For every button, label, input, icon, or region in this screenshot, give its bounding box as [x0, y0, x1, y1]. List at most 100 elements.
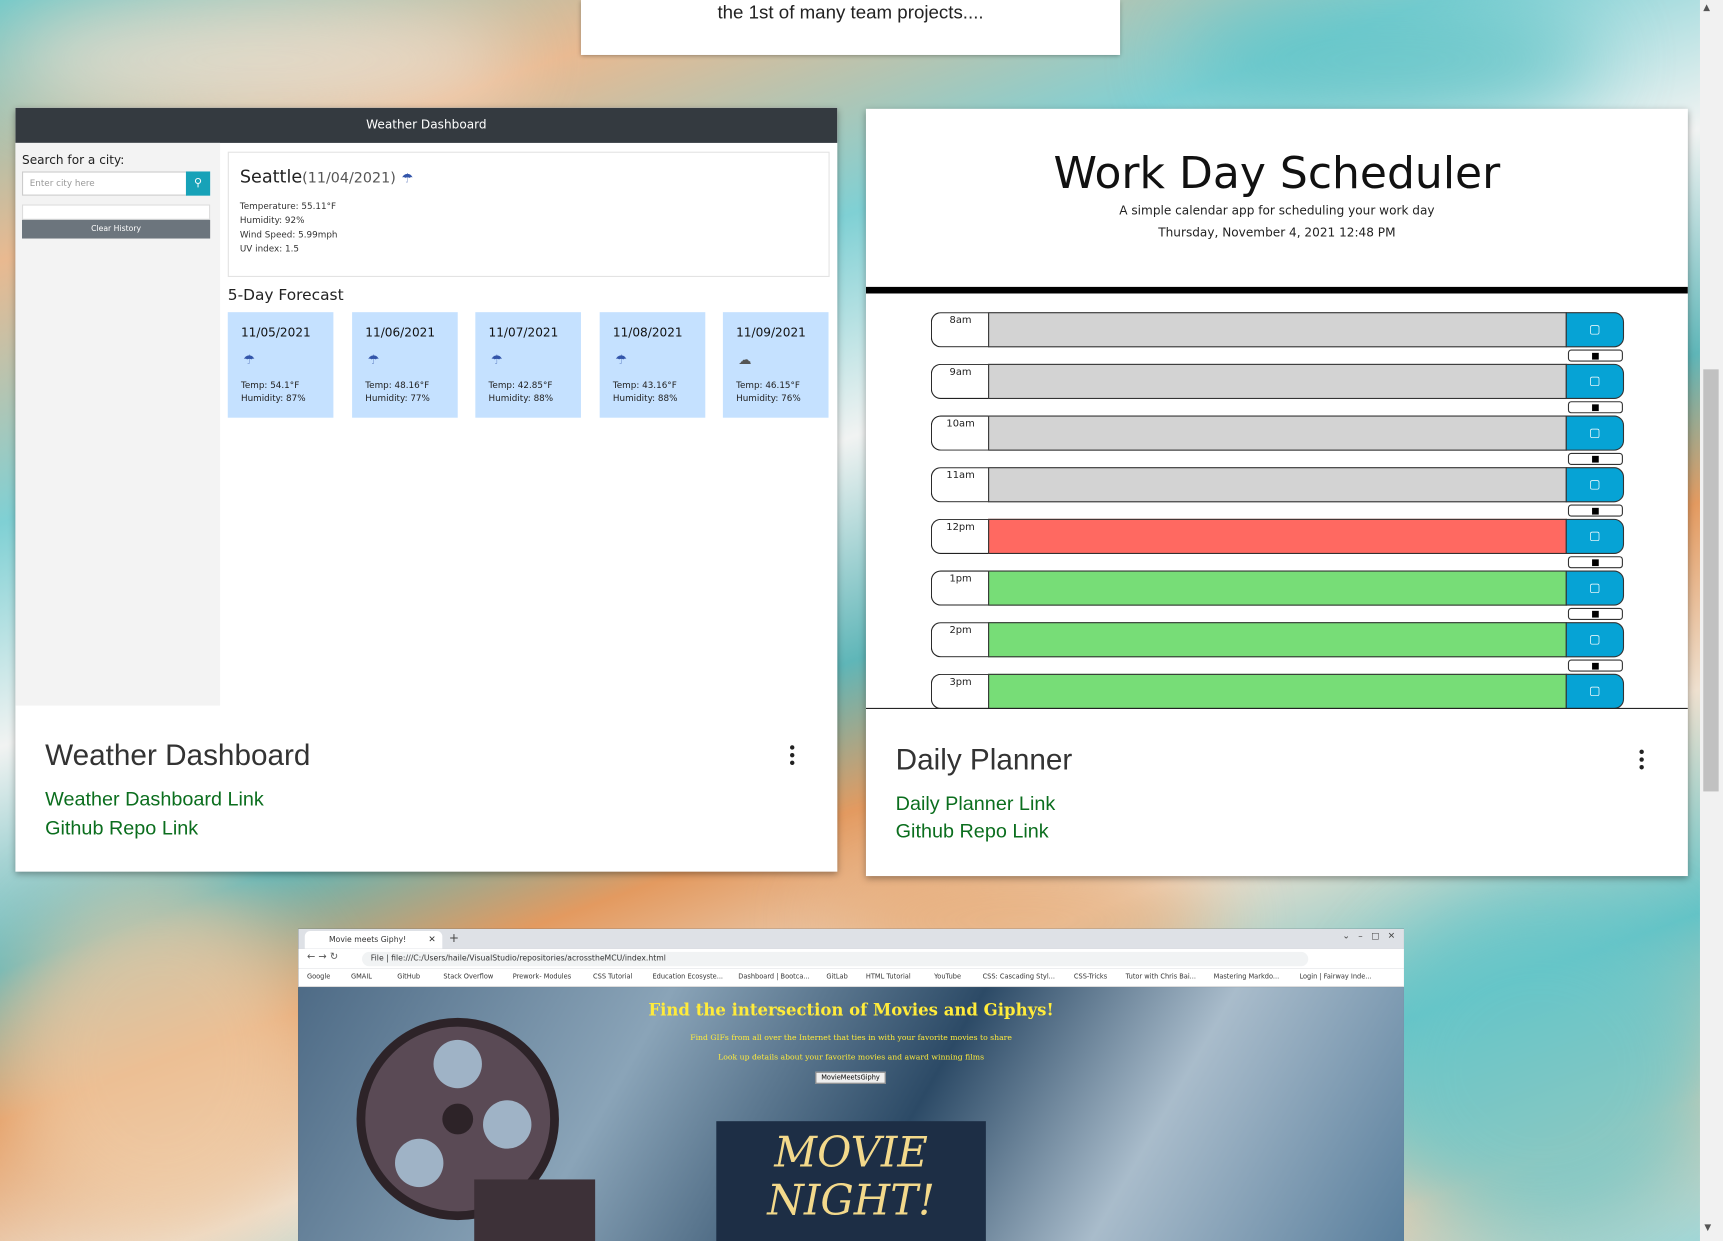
- save-icon: ▢: [1565, 622, 1625, 658]
- bookmark-item: Login | Fairway Inde...: [1299, 972, 1372, 981]
- forecast-humidity: Humidity: 77%: [365, 393, 430, 404]
- weather-card-title: Weather Dashboard: [45, 738, 311, 772]
- scheduler-subtitle: A simple calendar app for scheduling you…: [1119, 203, 1435, 218]
- trash-icon: ■: [1567, 504, 1623, 517]
- movie-page: Find the intersection of Movies and Giph…: [298, 987, 1404, 1241]
- bookmark-item: GitHub: [397, 972, 421, 981]
- save-icon: ▢: [1565, 415, 1625, 451]
- film-reel-icon: [356, 1017, 596, 1241]
- save-icon: ▢: [1565, 673, 1625, 709]
- city-search-input: Enter city here: [22, 171, 188, 196]
- hour-label: 2pm: [930, 622, 990, 658]
- trash-icon: ■: [1567, 607, 1623, 620]
- forecast-card: 11/09/2021 ☁ Temp: 46.15°F Humidity: 76%: [722, 312, 829, 418]
- intro-card: the 1st of many team projects....: [580, 0, 1121, 55]
- hour-label: 9am: [930, 363, 990, 400]
- bookmark-item: Prework- Modules: [512, 972, 572, 981]
- weather-preview-image[interactable]: Weather Dashboard Search for a city: Ent…: [15, 107, 838, 706]
- hour-label: 11am: [930, 467, 990, 503]
- rain-icon: ☂: [401, 170, 414, 186]
- weather-dashboard-card: Weather Dashboard Search for a city: Ent…: [15, 107, 838, 872]
- clear-history-button: Clear History: [22, 219, 211, 239]
- event-textarea: [988, 570, 1567, 606]
- movie-giphy-preview-image[interactable]: Movie meets Giphy! ✕ + ⌄ – □ ✕ ← → ↻ File…: [298, 928, 1404, 1241]
- bookmark-item: CSS: Cascading Styl...: [982, 972, 1055, 981]
- scheduler-datetime: Thursday, November 4, 2021 12:48 PM: [1158, 225, 1396, 240]
- weather-sidebar: Search for a city: Enter city here ⚲ Cle…: [15, 142, 221, 706]
- forecast-temp: Temp: 43.16°F: [612, 380, 677, 391]
- bookmark-item: Google: [306, 972, 331, 981]
- movie-line-1: Find GIFs from all over the Internet tha…: [690, 1033, 1012, 1043]
- bookmark-item: Tutor with Chris Bai...: [1125, 972, 1196, 981]
- wind-text: Wind Speed: 5.99mph: [239, 229, 338, 240]
- forecast-date: 11/06/2021: [365, 325, 436, 340]
- browser-tab: Movie meets Giphy! ✕: [304, 931, 443, 949]
- forecast-humidity: Humidity: 76%: [736, 393, 801, 404]
- movie-meets-giphy-button: MovieMeetsGiphy: [815, 1071, 886, 1084]
- bookmark-item: GitLab: [826, 972, 848, 981]
- event-textarea: [988, 518, 1567, 554]
- forecast-heading: 5-Day Forecast: [227, 286, 344, 305]
- save-icon: ▢: [1565, 312, 1625, 348]
- window-controls-icon: ⌄ – □ ✕: [1342, 931, 1396, 941]
- forecast-humidity: Humidity: 87%: [240, 393, 306, 404]
- event-textarea: [988, 415, 1567, 451]
- daily-planner-link[interactable]: Daily Planner Link: [896, 793, 1056, 816]
- search-label: Search for a city:: [22, 152, 125, 168]
- history-list: [22, 204, 211, 220]
- poster-text: MOVIE NIGHT!: [767, 1127, 935, 1225]
- current-date: (11/04/2021): [302, 170, 396, 187]
- save-icon: ▢: [1565, 518, 1625, 554]
- forecast-temp: Temp: 46.15°F: [736, 380, 800, 391]
- scroll-up-icon[interactable]: ▲: [1703, 2, 1710, 12]
- browser-tab-strip: Movie meets Giphy! ✕ + ⌄ – □ ✕: [298, 928, 1404, 949]
- more-vert-icon[interactable]: [1636, 749, 1647, 774]
- planner-github-link[interactable]: Github Repo Link: [896, 820, 1049, 843]
- forecast-date: 11/08/2021: [612, 325, 683, 340]
- forecast-card: 11/06/2021 ☂ Temp: 48.16°F Humidity: 77%: [352, 312, 458, 418]
- tab-title: Movie meets Giphy!: [328, 935, 407, 945]
- weather-dashboard-link[interactable]: Weather Dashboard Link: [45, 788, 264, 811]
- bookmark-item: YouTube: [934, 972, 962, 981]
- scroll-down-icon[interactable]: ▼: [1704, 1222, 1711, 1232]
- current-city: Seattle(11/04/2021) ☂: [240, 166, 413, 187]
- back-icon: ← → ↻: [306, 951, 339, 963]
- save-icon: ▢: [1565, 467, 1625, 503]
- movie-line-2: Look up details about your favorite movi…: [718, 1053, 985, 1062]
- planner-preview-image[interactable]: Work Day Scheduler A simple calendar app…: [865, 109, 1688, 709]
- scrollbar-thumb[interactable]: [1703, 369, 1719, 792]
- save-icon: ▢: [1565, 570, 1625, 606]
- forecast-temp: Temp: 48.16°F: [365, 380, 430, 391]
- humidity-text: Humidity: 92%: [239, 215, 305, 226]
- bookmark-item: CSS-Tricks: [1073, 972, 1108, 981]
- rain-icon: ☂: [367, 351, 380, 368]
- hour-label: 8am: [930, 312, 990, 348]
- bookmarks-bar: Google GMAIL GitHub Stack Overflow Prewo…: [298, 968, 1404, 988]
- page-viewport: the 1st of many team projects.... Weathe…: [0, 0, 1723, 1241]
- intro-text: the 1st of many team projects....: [717, 2, 984, 24]
- trash-icon: ■: [1567, 556, 1623, 569]
- search-icon: ⚲: [185, 171, 211, 196]
- temperature-text: Temperature: 55.11°F: [239, 201, 337, 212]
- new-tab-icon: +: [448, 931, 460, 946]
- hour-label: 10am: [930, 415, 990, 451]
- forecast-humidity: Humidity: 88%: [612, 393, 678, 404]
- event-textarea: [988, 363, 1567, 400]
- more-vert-icon[interactable]: [787, 745, 798, 769]
- forecast-card: 11/07/2021 ☂ Temp: 42.85°F Humidity: 88%: [475, 312, 581, 418]
- header-divider: [865, 286, 1688, 294]
- bookmark-item: Education Ecosyste...: [652, 972, 724, 981]
- current-weather-panel: Seattle(11/04/2021) ☂ Temperature: 55.11…: [227, 151, 830, 277]
- save-icon: ▢: [1565, 363, 1625, 400]
- trash-icon: ■: [1567, 659, 1623, 672]
- weather-github-link[interactable]: Github Repo Link: [45, 817, 198, 840]
- rain-icon: ☂: [615, 351, 627, 368]
- close-icon: ✕: [428, 934, 436, 945]
- daily-planner-card: Work Day Scheduler A simple calendar app…: [865, 108, 1688, 877]
- planner-card-title: Daily Planner: [895, 743, 1073, 777]
- weather-navbar: Weather Dashboard: [15, 107, 838, 143]
- event-textarea: [988, 622, 1567, 658]
- browser-address-bar: ← → ↻ File | file:///C:/Users/haile/Visu…: [298, 948, 1404, 969]
- trash-icon: ■: [1567, 349, 1623, 362]
- bookmark-item: Dashboard | Bootca...: [738, 972, 810, 981]
